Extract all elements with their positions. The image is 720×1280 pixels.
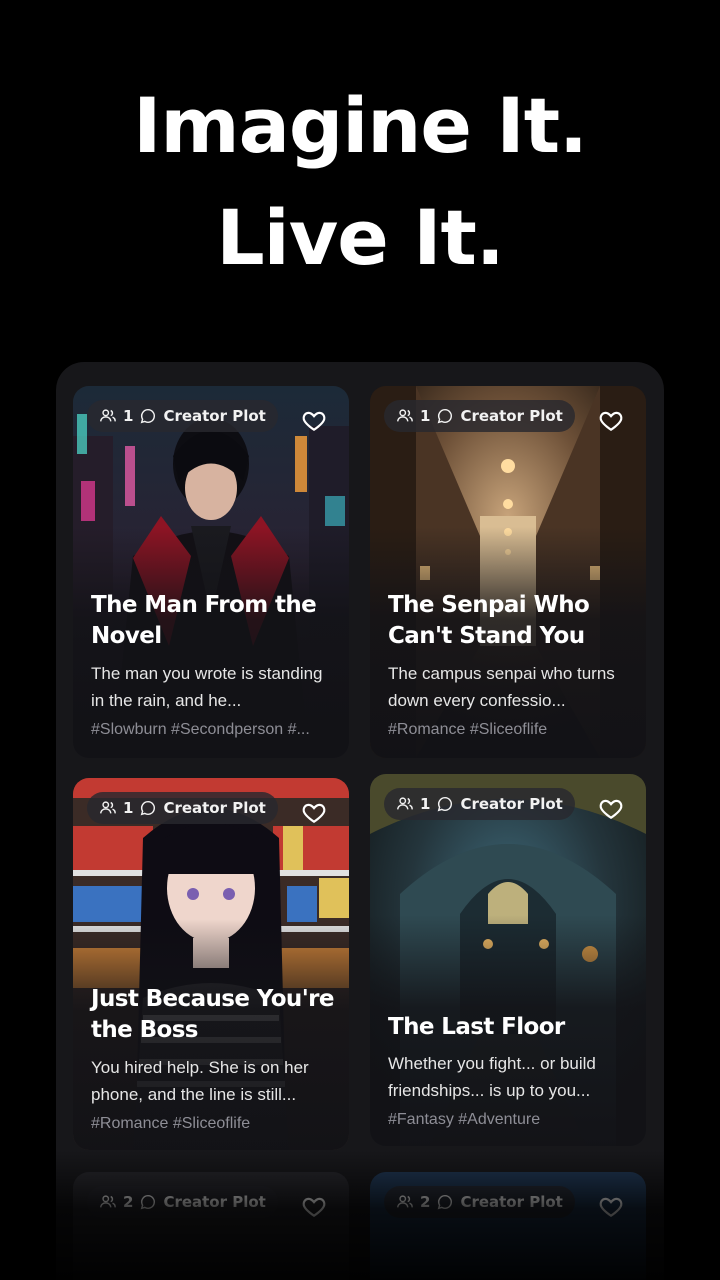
chat-bubble-icon (141, 800, 156, 816)
heart-icon[interactable] (598, 1194, 624, 1220)
headline-line-2: Live It. (216, 193, 505, 282)
players-count: 1 (123, 799, 134, 817)
story-card[interactable]: 1 Creator Plot Just Because You're the B… (73, 778, 349, 1150)
card-tags: #Fantasy #Adventure (388, 1111, 541, 1128)
card-badge: 1 Creator Plot (384, 400, 575, 432)
heart-icon[interactable] (598, 408, 624, 434)
chat-bubble-icon (141, 1194, 156, 1210)
story-card[interactable]: 2 Creator Plot (370, 1172, 646, 1280)
card-title: The Senpai Who Can't Stand You (388, 592, 590, 649)
chat-bubble-icon (438, 796, 453, 812)
card-tags: #Slowburn #Secondperson #... (91, 721, 310, 738)
players-count: 1 (420, 407, 431, 425)
users-icon (100, 801, 116, 814)
headline-line-1: Imagine It. (133, 81, 588, 170)
players-count: 1 (123, 407, 134, 425)
chat-bubble-icon (438, 408, 453, 424)
card-tags: #Romance #Sliceoflife (388, 721, 548, 738)
heart-icon[interactable] (598, 796, 624, 822)
story-card[interactable]: 2 Creator Plot (73, 1172, 349, 1280)
card-badge: 1 Creator Plot (87, 400, 278, 432)
story-card[interactable]: 1 Creator Plot The Senpai Who Can't Stan… (370, 386, 646, 758)
users-icon (100, 1195, 116, 1208)
creator-plot-label: Creator Plot (460, 1193, 563, 1211)
heart-icon[interactable] (301, 408, 327, 434)
card-title: The Man From the Novel (91, 592, 317, 649)
users-icon (397, 1195, 413, 1208)
card-badge: 2 Creator Plot (384, 1186, 575, 1218)
card-title: Just Because You're the Boss (91, 986, 334, 1043)
card-tags: #Romance #Sliceoflife (91, 1115, 251, 1132)
story-card[interactable]: 1 Creator Plot The Last Floor Whether yo… (370, 774, 646, 1146)
players-count: 2 (123, 1193, 134, 1211)
players-count: 2 (420, 1193, 431, 1211)
users-icon (100, 409, 116, 422)
card-title: The Last Floor (388, 1014, 565, 1040)
card-description: Whether you fight... or build friendship… (388, 1054, 596, 1100)
card-badge: 2 Creator Plot (87, 1186, 278, 1218)
creator-plot-label: Creator Plot (163, 1193, 266, 1211)
card-description: The campus senpai who turns down every c… (388, 664, 615, 710)
card-badge: 1 Creator Plot (384, 788, 575, 820)
chat-bubble-icon (438, 1194, 453, 1210)
heart-icon[interactable] (301, 1194, 327, 1220)
players-count: 1 (420, 795, 431, 813)
creator-plot-label: Creator Plot (460, 407, 563, 425)
creator-plot-label: Creator Plot (163, 407, 266, 425)
card-description: The man you wrote is standing in the rai… (91, 664, 323, 710)
users-icon (397, 409, 413, 422)
creator-plot-label: Creator Plot (163, 799, 266, 817)
users-icon (397, 797, 413, 810)
story-card[interactable]: 1 Creator Plot The Man From the Novel Th… (73, 386, 349, 758)
heart-icon[interactable] (301, 800, 327, 826)
card-description: You hired help. She is on her phone, and… (91, 1058, 309, 1104)
card-badge: 1 Creator Plot (87, 792, 278, 824)
creator-plot-label: Creator Plot (460, 795, 563, 813)
chat-bubble-icon (141, 408, 156, 424)
